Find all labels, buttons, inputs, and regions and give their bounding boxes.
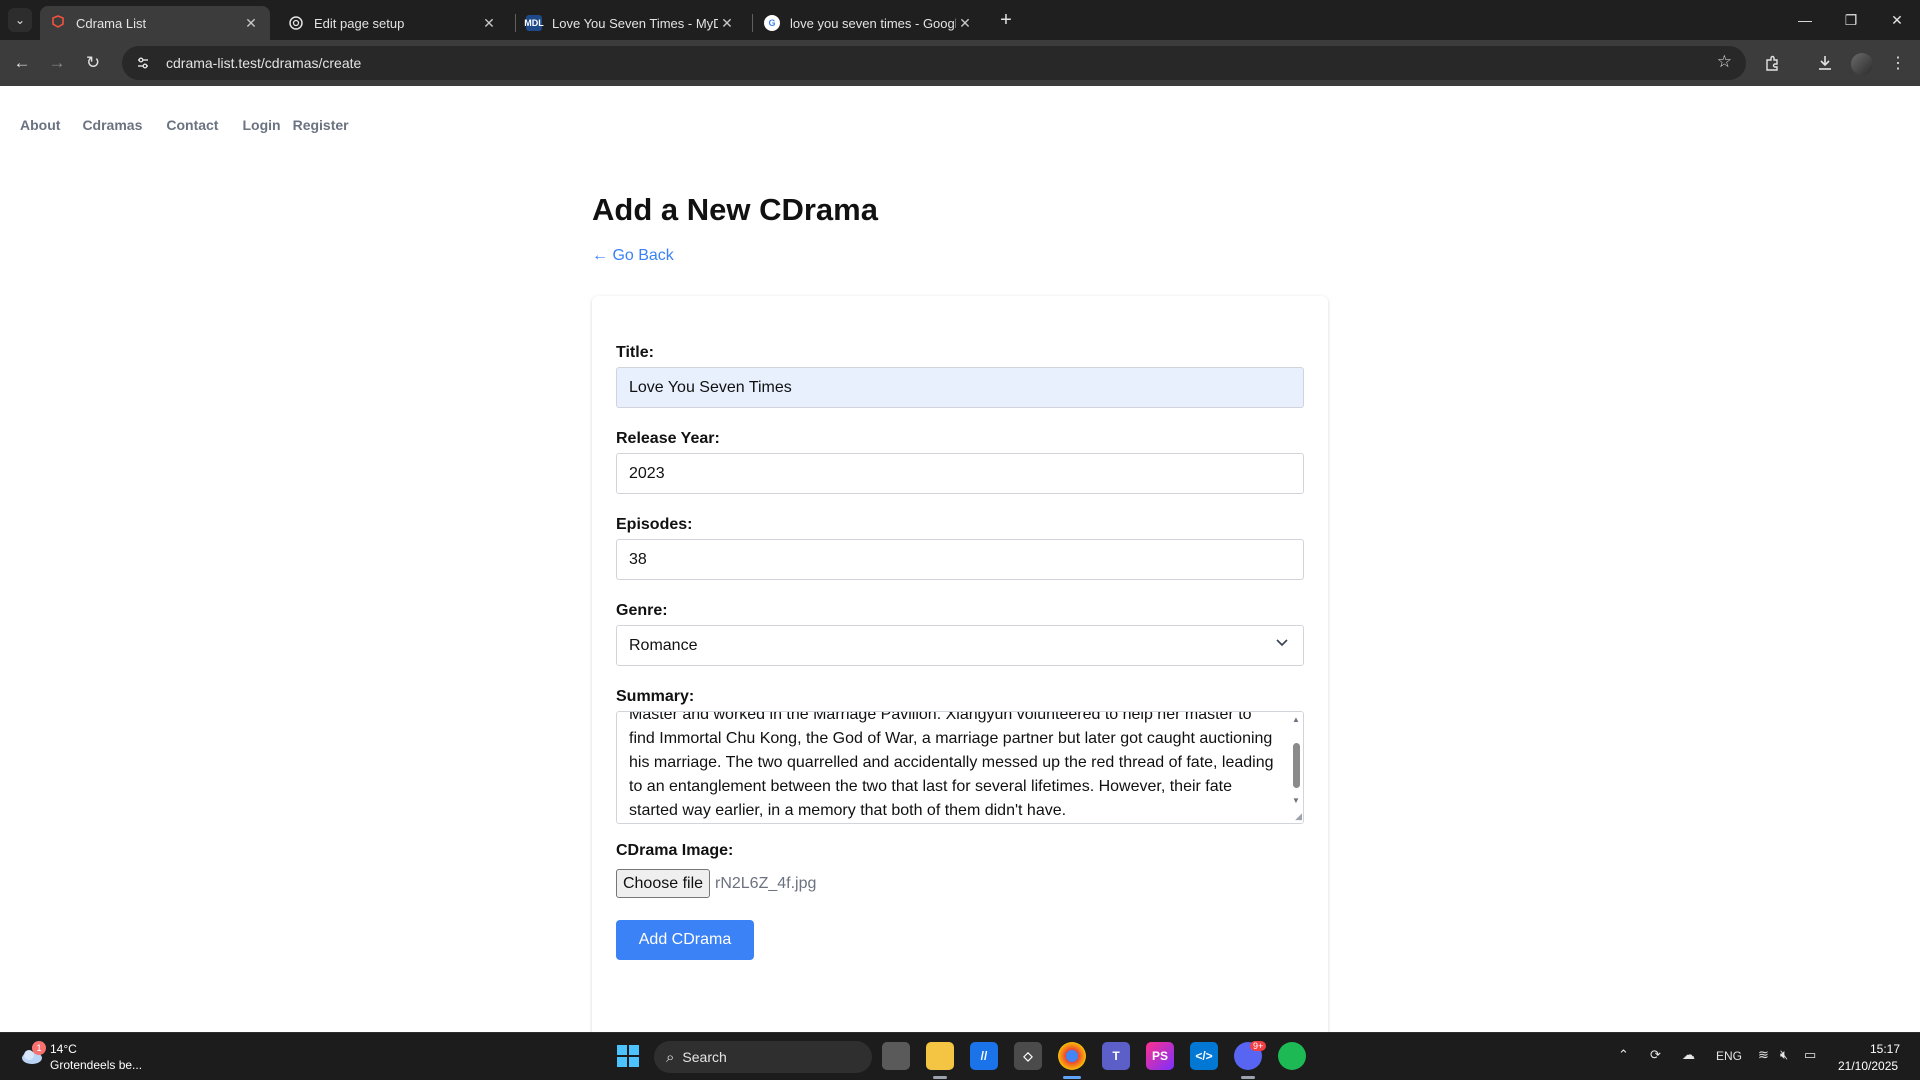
- genre-selected-value: Romance: [629, 636, 698, 654]
- taskbar-search-box[interactable]: ⌕ Search: [654, 1041, 872, 1073]
- clock-date[interactable]: 21/10/2025: [1838, 1059, 1898, 1073]
- search-icon: ⌕: [666, 1048, 675, 1066]
- chrome-icon[interactable]: [1058, 1042, 1086, 1070]
- scroll-down-arrow-icon[interactable]: ▼: [1292, 796, 1300, 805]
- window-close-icon[interactable]: ✕: [1874, 0, 1920, 40]
- close-icon[interactable]: ✕: [956, 14, 974, 32]
- url-text: cdrama-list.test/cdramas/create: [166, 55, 362, 71]
- windows-taskbar: 1 14°C Grotendeels be... ⌕ Search // ◇ T…: [0, 1032, 1920, 1080]
- language-indicator[interactable]: ENG: [1716, 1049, 1742, 1063]
- forward-arrow-icon[interactable]: →: [42, 48, 72, 78]
- title-label: Title:: [616, 344, 654, 361]
- cdrama-image-label: CDrama Image:: [616, 842, 734, 859]
- episodes-input[interactable]: [616, 539, 1304, 580]
- unity-hub-icon[interactable]: ◇: [1014, 1042, 1042, 1070]
- nav-link-login[interactable]: Login: [242, 117, 280, 133]
- tab-google-search[interactable]: G love you seven times - Google ✕: [754, 6, 984, 40]
- close-icon[interactable]: ✕: [242, 14, 260, 32]
- summary-text: Master and worked in the Marriage Pavili…: [629, 711, 1274, 819]
- go-back-link[interactable]: ← Go Back: [592, 247, 674, 265]
- task-view-icon[interactable]: [882, 1042, 910, 1070]
- discord-notification-badge: 9+: [1250, 1041, 1267, 1051]
- chevron-up-icon[interactable]: ⌃: [1618, 1047, 1629, 1063]
- summary-label: Summary:: [616, 688, 695, 705]
- browser-toolbar: ← → ↻ cdrama-list.test/cdramas/create ☆ …: [0, 40, 1920, 86]
- phpstorm-icon[interactable]: PS: [1146, 1042, 1174, 1070]
- genre-label: Genre:: [616, 602, 668, 619]
- teams-icon[interactable]: T: [1102, 1042, 1130, 1070]
- tab-title: Cdrama List: [76, 15, 147, 31]
- windows-start-icon[interactable]: [614, 1042, 642, 1070]
- azure-data-studio-icon[interactable]: //: [970, 1042, 998, 1070]
- close-icon[interactable]: ✕: [718, 14, 736, 32]
- mdl-icon: MDL: [524, 15, 544, 31]
- running-indicator: [933, 1076, 947, 1079]
- extensions-icon[interactable]: [1759, 50, 1785, 76]
- summary-scrollbar[interactable]: ▲ ▼: [1289, 712, 1303, 823]
- vscode-icon[interactable]: </>: [1190, 1042, 1218, 1070]
- close-icon[interactable]: ✕: [480, 14, 498, 32]
- weather-description: Grotendeels be...: [50, 1058, 143, 1072]
- title-input[interactable]: [616, 367, 1304, 408]
- nav-link-register[interactable]: Register: [293, 117, 349, 133]
- tab-search-button[interactable]: ⌄: [8, 8, 32, 32]
- speaker-muted-icon[interactable]: 🔇︎: [1780, 1047, 1788, 1063]
- wifi-icon[interactable]: ≋: [1758, 1047, 1769, 1063]
- site-info-icon[interactable]: [132, 52, 154, 74]
- google-icon: G: [764, 15, 780, 31]
- restore-icon[interactable]: ❐: [1828, 0, 1874, 40]
- menu-kebab-icon[interactable]: ⋮: [1885, 50, 1911, 76]
- resize-handle-icon[interactable]: ◢: [1295, 811, 1302, 822]
- site-navigation: About Cdramas Contact Login Register: [20, 117, 349, 133]
- active-indicator: [1063, 1076, 1081, 1079]
- openai-icon: [288, 15, 304, 31]
- chevron-down-icon: [1275, 635, 1289, 652]
- tab-title: Edit page setup: [314, 15, 405, 31]
- tab-title: Love You Seven Times - MyDra: [552, 15, 718, 31]
- profile-avatar[interactable]: [1851, 53, 1873, 75]
- laravel-icon: [50, 15, 66, 31]
- sync-icon[interactable]: ⟳: [1650, 1047, 1661, 1063]
- create-cdrama-form: Title: Release Year: Episodes: Genre: Ro…: [592, 296, 1328, 1066]
- release-year-input[interactable]: [616, 453, 1304, 494]
- reload-icon[interactable]: ↻: [78, 48, 108, 78]
- nav-link-about[interactable]: About: [20, 117, 60, 133]
- scrollbar-thumb[interactable]: [1293, 743, 1300, 788]
- weather-temperature: 14°C: [50, 1042, 77, 1056]
- tab-cdrama-list[interactable]: Cdrama List ✕: [40, 6, 270, 40]
- page-title: Add a New CDrama: [592, 192, 878, 227]
- clock-time[interactable]: 15:17: [1870, 1042, 1900, 1056]
- download-icon[interactable]: [1812, 50, 1838, 76]
- weather-alert-badge: 1: [32, 1041, 46, 1055]
- nav-link-cdramas[interactable]: Cdramas: [82, 117, 142, 133]
- address-bar[interactable]: cdrama-list.test/cdramas/create ☆: [122, 46, 1746, 80]
- file-explorer-icon[interactable]: [926, 1042, 954, 1070]
- add-cdrama-button[interactable]: Add CDrama: [616, 920, 754, 960]
- episodes-label: Episodes:: [616, 516, 693, 533]
- bookmark-star-icon[interactable]: ☆: [1717, 52, 1732, 72]
- battery-icon[interactable]: ▭: [1804, 1047, 1816, 1063]
- spotify-icon[interactable]: [1278, 1042, 1306, 1070]
- nav-link-contact[interactable]: Contact: [166, 117, 218, 133]
- page-content: About Cdramas Contact Login Register Add…: [0, 86, 1920, 1066]
- back-arrow-icon[interactable]: ←: [7, 48, 37, 78]
- search-placeholder: Search: [682, 1049, 727, 1065]
- selected-file-name: rN2L6Z_4f.jpg: [715, 875, 817, 892]
- tab-mydramalist[interactable]: MDL Love You Seven Times - MyDra ✕: [516, 6, 746, 40]
- scroll-up-arrow-icon[interactable]: ▲: [1292, 715, 1300, 724]
- tab-title: love you seven times - Google: [790, 15, 956, 31]
- genre-select[interactable]: Romance: [616, 625, 1304, 666]
- tab-edit-page-setup[interactable]: Edit page setup ✕: [278, 6, 508, 40]
- minimize-icon[interactable]: —: [1782, 0, 1828, 40]
- tab-separator: [752, 14, 753, 32]
- summary-textarea[interactable]: Master and worked in the Marriage Pavili…: [616, 711, 1304, 824]
- new-tab-plus-icon[interactable]: +: [994, 8, 1018, 32]
- release-year-label: Release Year:: [616, 430, 720, 447]
- choose-file-button[interactable]: Choose file: [616, 869, 710, 898]
- onedrive-cloud-icon[interactable]: ☁: [1682, 1047, 1695, 1063]
- running-indicator: [1241, 1076, 1255, 1079]
- browser-tabstrip: ⌄ Cdrama List ✕ Edit page setup ✕ MDL Lo…: [0, 0, 1920, 40]
